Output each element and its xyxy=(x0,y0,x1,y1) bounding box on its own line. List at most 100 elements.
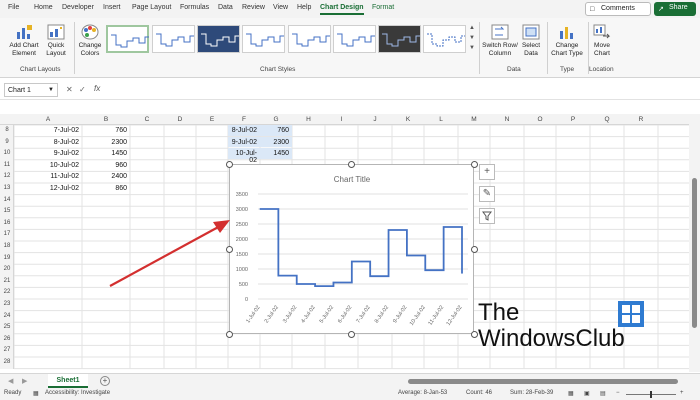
column-header[interactable]: H xyxy=(292,116,325,123)
row-header[interactable]: 17 xyxy=(0,231,14,237)
gallery-scroll-down-icon[interactable]: ▼ xyxy=(468,35,476,41)
row-header[interactable]: 16 xyxy=(0,220,14,226)
row-header[interactable]: 25 xyxy=(0,324,14,330)
cell[interactable]: 12-Jul-02 xyxy=(14,183,82,194)
tab-view[interactable]: View xyxy=(273,4,288,11)
horizontal-scrollbar[interactable] xyxy=(408,379,678,384)
column-header[interactable]: D xyxy=(164,116,196,123)
vertical-scroll-thumb[interactable] xyxy=(692,178,697,328)
add-chart-element-button[interactable]: Add Chart Element xyxy=(6,24,42,58)
gallery-scroll-up-icon[interactable]: ▲ xyxy=(468,25,476,31)
data-point[interactable] xyxy=(424,269,426,271)
cell[interactable]: 760 xyxy=(260,125,292,136)
column-header[interactable]: C xyxy=(130,116,164,123)
data-point[interactable] xyxy=(443,226,445,228)
cell[interactable]: 8-Jul-02 xyxy=(14,137,82,148)
resize-handle[interactable] xyxy=(470,330,478,338)
resize-handle[interactable] xyxy=(470,160,478,168)
column-header[interactable]: R xyxy=(624,116,658,123)
cell[interactable]: 8-Jul-02 xyxy=(228,125,260,136)
cell[interactable]: 11-Jul-02 xyxy=(14,171,82,182)
row-header[interactable]: 18 xyxy=(0,243,14,249)
chart-style-3[interactable] xyxy=(197,25,240,53)
data-point[interactable] xyxy=(387,229,390,231)
row-header[interactable]: 11 xyxy=(0,162,14,168)
resize-handle[interactable] xyxy=(348,330,355,338)
data-point[interactable] xyxy=(369,275,371,277)
row-header[interactable]: 10 xyxy=(0,150,14,156)
cell[interactable]: 960 xyxy=(82,160,130,171)
accessibility-status[interactable]: Accessibility: Investigate xyxy=(45,390,110,396)
row-header[interactable]: 15 xyxy=(0,208,14,214)
column-header[interactable]: E xyxy=(196,116,228,123)
row-header[interactable]: 24 xyxy=(0,313,14,319)
resize-handle[interactable] xyxy=(470,245,478,253)
chart-style-6[interactable] xyxy=(333,25,376,53)
chart-style-1[interactable] xyxy=(106,25,149,53)
chart-style-4[interactable] xyxy=(242,25,285,53)
vertical-scrollbar[interactable] xyxy=(689,114,700,372)
row-header[interactable]: 26 xyxy=(0,336,14,342)
tab-help[interactable]: Help xyxy=(297,4,311,11)
quick-layout-button[interactable]: Quick Layout xyxy=(42,24,70,58)
column-header[interactable]: O xyxy=(524,116,556,123)
data-point[interactable] xyxy=(406,254,408,257)
normal-view-icon[interactable]: ▦ xyxy=(568,390,574,397)
chart-styles-button[interactable]: ✎ xyxy=(479,186,495,202)
row-header[interactable]: 23 xyxy=(0,301,14,307)
enter-icon[interactable]: ✓ xyxy=(79,85,86,94)
column-header[interactable]: N xyxy=(490,116,524,123)
row-header[interactable]: 28 xyxy=(0,359,14,365)
column-header[interactable]: I xyxy=(325,116,358,123)
add-sheet-button[interactable]: + xyxy=(100,376,110,386)
chart-area[interactable]: Chart Title 0 500 1000 1500 2000 2500 3000 3500… xyxy=(229,164,474,334)
row-header[interactable]: 27 xyxy=(0,347,14,353)
tab-file[interactable]: File xyxy=(8,4,19,11)
chart-filters-button[interactable] xyxy=(479,208,495,224)
tab-format[interactable]: Format xyxy=(372,4,394,11)
tab-formulas[interactable]: Formulas xyxy=(180,4,209,11)
series-line[interactable] xyxy=(260,208,463,287)
cancel-icon[interactable]: ✕ xyxy=(66,85,73,94)
column-header[interactable]: L xyxy=(424,116,458,123)
fx-icon[interactable]: fx xyxy=(94,84,100,93)
zoom-slider-thumb[interactable] xyxy=(650,391,652,398)
column-header[interactable]: A xyxy=(14,116,82,123)
sheet-tab-sheet1[interactable]: Sheet1 xyxy=(48,374,88,388)
cell[interactable]: 1450 xyxy=(260,148,292,159)
cell[interactable]: 2300 xyxy=(82,137,130,148)
cell[interactable]: 10-Jul-02 xyxy=(14,160,82,171)
data-point[interactable] xyxy=(277,275,279,277)
page-break-view-icon[interactable]: ▤ xyxy=(600,390,606,397)
chart-style-5[interactable] xyxy=(288,25,331,53)
column-header[interactable]: M xyxy=(458,116,490,123)
cell[interactable]: 760 xyxy=(82,125,130,136)
switch-row-column-button[interactable]: Switch Row/ Column xyxy=(482,24,518,58)
comments-button[interactable]: □ Comments xyxy=(585,2,651,16)
data-point[interactable] xyxy=(351,260,353,263)
column-header[interactable]: Q xyxy=(590,116,624,123)
column-header[interactable]: K xyxy=(392,116,424,123)
column-header[interactable]: B xyxy=(82,116,130,123)
row-header[interactable]: 20 xyxy=(0,266,14,272)
row-header[interactable]: 9 xyxy=(0,139,14,145)
cell[interactable]: 9-Jul-02 xyxy=(14,148,82,159)
name-box[interactable]: Chart 1 ▼ xyxy=(4,83,58,97)
resize-handle[interactable] xyxy=(225,160,233,168)
resize-handle[interactable] xyxy=(348,160,355,168)
sheet-next-icon[interactable]: ▶ xyxy=(22,377,27,385)
row-header[interactable]: 8 xyxy=(0,127,14,133)
row-header[interactable]: 12 xyxy=(0,173,14,179)
change-colors-button[interactable]: Change Colors xyxy=(76,24,104,58)
data-point[interactable] xyxy=(314,285,316,287)
data-point[interactable] xyxy=(296,283,298,285)
data-point[interactable] xyxy=(259,208,261,210)
column-header[interactable]: J xyxy=(358,116,392,123)
select-data-button[interactable]: Select Data xyxy=(518,24,544,58)
cell[interactable]: 1450 xyxy=(82,148,130,159)
row-header[interactable]: 14 xyxy=(0,197,14,203)
tab-review[interactable]: Review xyxy=(242,4,265,11)
row-header[interactable]: 22 xyxy=(0,289,14,295)
column-header[interactable]: G xyxy=(260,116,292,123)
chart-style-8[interactable] xyxy=(423,25,466,53)
